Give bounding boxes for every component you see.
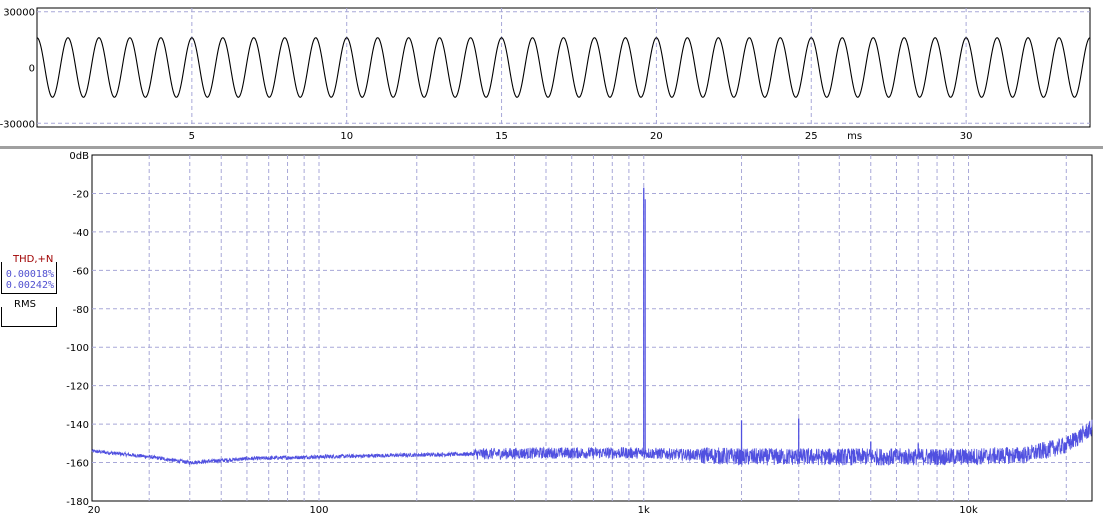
waveform-y-tick-label: 0 — [29, 64, 35, 75]
thd-meter: THD,+N 0.00018% 0.00242% — [1, 254, 57, 294]
waveform-y-tick-label: -30000 — [0, 119, 35, 130]
spectrum-x-tick-label: 10k — [959, 505, 978, 516]
spectrum-chart: 0dB -20 -40 -60 -80 -100 -120 -140 -160 -18020 100… — [66, 151, 1093, 516]
spectrum-x-tick-label: 100 — [309, 505, 328, 516]
spectrum-panel: 0dB -20 -40 -60 -80 -100 -120 -140 -160 -180 20 100… — [0, 149, 1103, 521]
waveform-x-tick-label: 10 — [340, 131, 353, 142]
waveform-chart: 5 10 15 20 25 30 30000 0 -30000 ms — [0, 7, 1091, 142]
waveform-panel: 5 10 15 20 25 30 30000 0 -30000 ms — [0, 0, 1103, 146]
spectrum-y-tick-label: -180 — [66, 497, 89, 508]
waveform-x-tick-label: 20 — [650, 131, 663, 142]
thd-label: THD,+N — [12, 254, 55, 265]
spectrum-y-tick-label: -60 — [73, 266, 89, 277]
thd-value: 0.00018% — [5, 269, 54, 280]
spectrum-y-tick-label: -100 — [66, 343, 89, 354]
waveform-x-unit-label: ms — [847, 131, 862, 142]
spectrum-y-tick-label: -20 — [73, 189, 89, 200]
waveform-x-tick-label: 30 — [960, 131, 973, 142]
thdn-value: 0.00242% — [5, 280, 54, 291]
spectrum-y-tick-label: -140 — [66, 420, 89, 431]
spectrum-x-tick-label: 20 — [88, 505, 101, 516]
spectrum-y-tick-label: 0dB — [69, 151, 89, 162]
spectrum-y-tick-label: -80 — [73, 305, 89, 316]
spectrum-y-tick-label: -40 — [73, 228, 89, 239]
waveform-x-tick-label: 5 — [189, 131, 195, 142]
spectrum-y-tick-label: -160 — [66, 459, 89, 470]
rms-label: RMS — [12, 299, 38, 310]
waveform-x-tick-label: 15 — [495, 131, 508, 142]
waveform-plot-area — [36, 7, 1091, 128]
waveform-x-tick-label: 25 — [805, 131, 818, 142]
rms-meter: RMS — [1, 299, 57, 327]
spectrum-y-tick-label: -120 — [66, 382, 89, 393]
waveform-y-tick-label: 30000 — [3, 8, 35, 19]
spectrum-x-tick-label: 1k — [638, 505, 650, 516]
